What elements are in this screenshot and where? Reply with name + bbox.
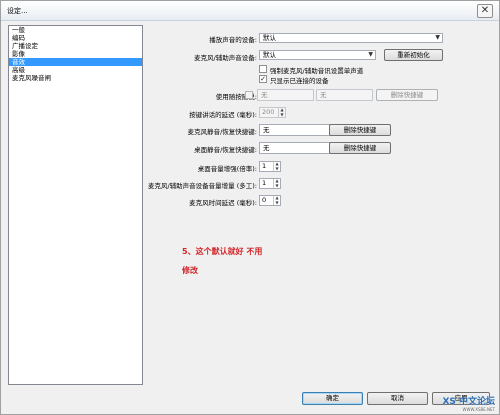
chevron-down-icon: ▼ [435, 34, 440, 41]
force-mono-checkbox[interactable] [259, 65, 267, 73]
watermark-sub: WWW.XSBE.NET [462, 407, 495, 412]
playback-device-label: 播放声音的设备: [209, 36, 257, 44]
mic-delay-spinner[interactable]: 0 ▲ ▼ [259, 195, 281, 206]
title-bar: 设定... ✕ [1, 1, 499, 21]
cancel-button[interactable]: 取消 [367, 392, 428, 405]
spinner-arrows-icon: ▲ ▼ [273, 161, 280, 171]
push-to-talk-checkbox[interactable] [245, 91, 253, 99]
spinner-arrows-icon: ▲ ▼ [278, 107, 285, 117]
close-button[interactable]: ✕ [477, 4, 493, 18]
connected-only-checkbox[interactable]: ✓ [259, 75, 267, 83]
playback-device-select[interactable]: 默认 ▼ [259, 33, 443, 43]
spinner-arrows-icon: ▲ ▼ [273, 178, 280, 188]
mic-device-select[interactable]: 默认 ▼ [259, 50, 376, 60]
ptt-hotkey-field-1[interactable]: 无 [257, 89, 314, 101]
playback-device-value: 默认 [263, 34, 276, 42]
audio-settings-panel: 播放声音的设备: 默认 ▼ 麦克风/辅助声音设备: 默认 ▼ 重新初始化 强制麦… [146, 25, 491, 385]
mic-delay-label: 麦克风时间延迟 (毫秒): [189, 199, 257, 207]
ptt-delay-spinner[interactable]: 200 ▲ ▼ [259, 107, 286, 118]
mic-device-value: 默认 [263, 51, 276, 59]
desktop-boost-label: 桌面音量增强(倍率): [197, 165, 257, 173]
mic-boost-spinner[interactable]: 1 ▲ ▼ [259, 178, 281, 189]
force-mono-label: 强制麦克风/辅助音讯设置单声道 [270, 67, 364, 75]
spinner-arrows-icon: ▲ ▼ [273, 195, 280, 205]
desktop-boost-value: 1 [262, 162, 267, 170]
annotation-text: 5、这个默认就好 不用 修改 [182, 246, 262, 276]
desktop-boost-spinner[interactable]: 1 ▲ ▼ [259, 161, 281, 172]
sidebar-item-advanced[interactable]: 高级 [9, 66, 142, 74]
mic-boost-label: 麦克风/辅助声音设备音量增量 (多工): [147, 182, 257, 190]
ptt-clear-hotkey-button[interactable]: 删除快捷键 [376, 89, 438, 101]
ptt-delay-value: 200 [262, 108, 275, 116]
ok-button[interactable]: 确定 [302, 392, 363, 405]
desktop-mute-hotkey-label: 桌面静音/恢复快捷键: [194, 146, 257, 154]
window-title: 设定... [7, 7, 28, 15]
mic-mute-hotkey-label: 麦克风静音/恢复快捷键: [187, 128, 257, 136]
annotation-line-1: 5、这个默认就好 不用 [182, 247, 263, 256]
chevron-down-icon: ▼ [368, 51, 373, 58]
mic-device-label: 麦克风/辅助声音设备: [194, 54, 257, 62]
connected-only-label: 只显示已连接的设备 [270, 77, 329, 85]
sidebar-item-general[interactable]: 一般 [9, 26, 142, 34]
site-watermark: XS 中文论坛 WWW.XSBE.NET [442, 394, 495, 412]
sidebar-item-video[interactable]: 影像 [9, 50, 142, 58]
sidebar-item-noise-gate[interactable]: 麦克风噪音闸 [9, 74, 142, 82]
desktop-clear-hotkey-button[interactable]: 删除快捷键 [329, 142, 391, 154]
ptt-delay-label: 按键讲话的延迟 (毫秒): [189, 111, 257, 119]
mic-clear-hotkey-button[interactable]: 删除快捷键 [329, 124, 391, 136]
settings-window: 设定... ✕ 一般 编码 广播设定 影像 音效 高级 麦克风噪音闸 播放声音的… [0, 0, 500, 415]
sidebar-item-broadcast[interactable]: 广播设定 [9, 42, 142, 50]
mic-delay-value: 0 [262, 196, 267, 204]
watermark-main: XS 中文论坛 [442, 397, 495, 407]
sidebar-item-audio[interactable]: 音效 [9, 58, 142, 66]
sidebar-item-encoding[interactable]: 编码 [9, 34, 142, 42]
ptt-hotkey-field-2[interactable]: 无 [316, 89, 373, 101]
annotation-line-2: 修改 [182, 266, 198, 275]
mic-boost-value: 1 [262, 179, 267, 187]
settings-category-list: 一般 编码 广播设定 影像 音效 高级 麦克风噪音闸 [8, 25, 143, 385]
reinitialize-button[interactable]: 重新初始化 [384, 49, 443, 61]
